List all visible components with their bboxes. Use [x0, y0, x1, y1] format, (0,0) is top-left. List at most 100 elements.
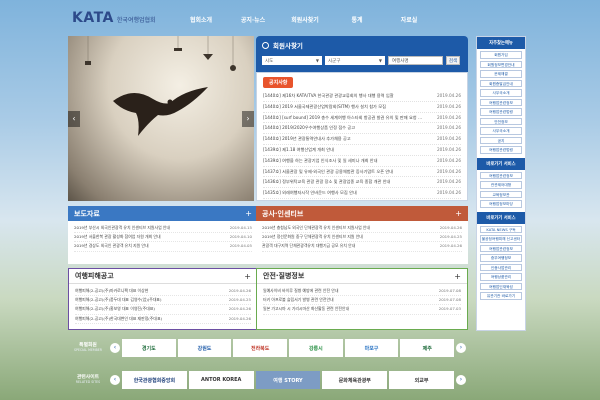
- quick-menu-item[interactable]: 공지: [480, 136, 522, 144]
- list-item[interactable]: 2019년 서울한복 관광 활성화 참여업 자원 개최 안내 2019.04.10: [74, 233, 252, 243]
- quick-menu-item[interactable]: 회원가입: [480, 51, 522, 59]
- member-logo[interactable]: 경기도: [122, 339, 176, 357]
- member-logo[interactable]: 전라북도: [233, 339, 288, 357]
- quick-menu-item[interactable]: 사무국소개: [480, 89, 522, 97]
- service-item[interactable]: KATA NEWS 구독: [480, 225, 522, 233]
- hero-next-button[interactable]: ›: [242, 111, 254, 127]
- chevron-left-icon[interactable]: ‹: [110, 375, 120, 385]
- damage-header[interactable]: 여행피해공고 +: [69, 269, 257, 284]
- list-item[interactable]: [1439호] 제1.18 여행산업계 개최 안내 2019.04.26: [263, 145, 461, 156]
- site-logo[interactable]: KATA 한국여행업협회: [72, 10, 156, 26]
- related-logo[interactable]: 외교부: [389, 371, 454, 389]
- item-date: 2019.04.15: [229, 225, 252, 230]
- notice-date: 2019.04.26: [437, 114, 461, 120]
- damage-panel: 여행피해공고 + 여행피해(2-공고)(주)마카로니팩 대표 이상현 2019.0…: [68, 268, 258, 330]
- nav-about[interactable]: 협회소개: [175, 15, 227, 24]
- list-item[interactable]: [1439호] 여행을 하는 관광기업 인식조사 및 일 세미나 개최 안내 20…: [263, 156, 461, 167]
- nav-news[interactable]: 공지·뉴스: [227, 15, 279, 24]
- member-logo[interactable]: 마포구: [344, 339, 399, 357]
- nav-stats[interactable]: 통계: [331, 15, 383, 24]
- quick-menu-item[interactable]: 사무국소개: [480, 127, 522, 135]
- nav-archive[interactable]: 자료실: [383, 15, 435, 24]
- nav-member-search[interactable]: 회원사찾기: [279, 15, 331, 24]
- plus-icon[interactable]: +: [245, 209, 252, 218]
- shortcut-item[interactable]: 교육정보관: [480, 190, 522, 198]
- service-item[interactable]: 여행업관련정보: [480, 244, 522, 252]
- list-item[interactable]: 여행피해(2-공고)(주)풍두대 대표 김영수(업)(주대표) 2019.04.2…: [75, 296, 251, 306]
- related-sites-title: 관련사이트: [76, 374, 100, 380]
- list-item[interactable]: 여행피해(2-공고)(주)홍보영 대표 이영진(주대표) 2019.04.26: [75, 305, 251, 315]
- service-item[interactable]: 중부여행정보: [480, 254, 522, 262]
- quick-menu-item[interactable]: 여행업관련법령: [480, 146, 522, 154]
- list-item[interactable]: [1440호] [surf bound] 2019 총수 세계여행 아스타회 항…: [263, 113, 461, 124]
- agency-name-input[interactable]: 여행사명: [388, 56, 443, 65]
- safety-header[interactable]: 안전·질병정보 +: [257, 269, 467, 284]
- notice-date: 2019.04.26: [437, 103, 461, 109]
- item-date: 2019.04.26: [228, 288, 251, 293]
- notice-date: 2019.04.26: [437, 136, 461, 142]
- district-select[interactable]: 시군구 ▼: [325, 56, 385, 65]
- list-item[interactable]: 관광객 대구지역 단체관광객유치 대행기금 공모 유치 안내 2019.04.26: [262, 242, 462, 252]
- service-item[interactable]: 불공정여행피해 신고센터: [480, 235, 522, 243]
- list-item[interactable]: [1436호] 정부위탁교육 관광 관광 장소 및 관광업종 교육 종합 개관 …: [263, 177, 461, 189]
- quick-menu-item[interactable]: 회원정보변경안내: [480, 60, 522, 68]
- list-item[interactable]: [1440호] 2019/2020우수여행상품 인정 접수 공고 2019.04.…: [263, 123, 461, 135]
- district-select-value: 시군구: [328, 58, 341, 64]
- list-item[interactable]: 터키 아프로볼 슬립서기 발병 관련 안전안내 2019.07.08: [263, 296, 461, 306]
- list-item[interactable]: [1440호] 2019 서울국제관광산업박람회(SITM) 행사 설치 참가 …: [263, 102, 461, 113]
- related-logo[interactable]: 문화체육관광부: [322, 371, 388, 389]
- quick-menu-item[interactable]: 여행업관련법령: [480, 108, 522, 116]
- plus-icon[interactable]: +: [454, 272, 461, 281]
- item-title: 2019년 서울한복 관광 활성화 참여업 자원 개최 안내: [74, 234, 161, 240]
- service-item[interactable]: 유관기관 바로가기: [480, 292, 522, 300]
- notice-title: [1440호] 2019/2020우수여행상품 인정 접수 공고: [263, 125, 356, 131]
- hero-slideshow[interactable]: ‹ ›: [68, 36, 254, 201]
- press-header[interactable]: 보도자료 +: [68, 206, 258, 221]
- region-select[interactable]: 시도 ▼: [262, 56, 322, 65]
- search-button[interactable]: 검색: [446, 56, 460, 65]
- chevron-left-icon[interactable]: ‹: [110, 343, 120, 353]
- service-item[interactable]: 여행상품관리: [480, 273, 522, 281]
- tab-notice[interactable]: 공지사항: [263, 77, 294, 88]
- shortcut-item[interactable]: 관관제어대형: [480, 181, 522, 189]
- member-logo[interactable]: 강릉시: [289, 339, 343, 357]
- list-item[interactable]: [1437호] 서울관광 및 유제-외국인 관광 공용체험관 증사기맘트 오픈 …: [263, 167, 461, 178]
- item-title: 2019년 충청남도 외국인 단체관광객 유치 인센티브 지원사업 안내: [262, 225, 371, 230]
- service-item[interactable]: 인증사업관리: [480, 263, 522, 271]
- item-title: 2019년 경상도 외국인 관광객 유치 지원 안내: [74, 243, 149, 249]
- plus-icon[interactable]: +: [244, 272, 251, 281]
- list-item[interactable]: [1440호] 제16차 KATA/TVA 한국관광 관광교류회의 행사 대행 …: [263, 91, 461, 102]
- quick-menu-item[interactable]: 문제해결: [480, 70, 522, 78]
- related-logo[interactable]: 여행 STORY: [255, 371, 321, 389]
- service-item[interactable]: 여행업인재육성: [480, 282, 522, 290]
- list-item[interactable]: 일본 가고시마 시 기리시마산 화산활동 관련 안전안내 2019.07.03: [263, 305, 461, 315]
- notice-list: [1440호] 제16차 KATA/TVA 한국관광 관광교류회의 행사 대행 …: [263, 91, 461, 199]
- member-logo[interactable]: 제주: [400, 339, 455, 357]
- related-sites-strip: 관련사이트 RELATED SITES ‹ 한국관광협회중앙회 ANTOR KO…: [68, 368, 468, 392]
- list-item[interactable]: 2019년 정선문화원 중구 단체관광객 유치 인센티브 지원 안내 2019.0…: [262, 233, 462, 243]
- list-item[interactable]: 여행피해(2-공고)(주)한국대변인 대표 재판정(주대표) 2019.04.26: [75, 315, 251, 324]
- plus-icon[interactable]: +: [455, 209, 462, 218]
- list-item[interactable]: [1435호] 외래여행자시작 인바운드 여행사 모집 안내 2019.04.26: [263, 188, 461, 199]
- hero-prev-button[interactable]: ‹: [68, 111, 80, 127]
- special-members-title: 특별회원: [79, 342, 97, 348]
- list-item[interactable]: 2019년 경상도 외국인 관광객 유치 지원 안내 2019.04.05: [74, 242, 252, 252]
- list-item[interactable]: 2019년 충청남도 외국인 단체관광객 유치 인센티브 지원사업 안내 2019…: [262, 224, 462, 234]
- notice-title: [1439호] 여행을 하는 관광기업 인식조사 및 일 세미나 개최 안내: [263, 157, 378, 163]
- related-logo[interactable]: 한국관광협회중앙회: [122, 371, 187, 389]
- list-item[interactable]: 여행피해(2-공고)(주)마카로니팩 대표 이상현 2019.04.26: [75, 287, 251, 297]
- quick-menu-item[interactable]: 안전정보: [480, 117, 522, 125]
- shortcut-item[interactable]: 여행업정보마당: [480, 200, 522, 208]
- chevron-right-icon[interactable]: ›: [456, 343, 466, 353]
- member-logo[interactable]: 강원도: [177, 339, 232, 357]
- press-title: 보도자료: [74, 209, 100, 218]
- related-logo[interactable]: ANTOR KOREA: [188, 371, 254, 389]
- grants-header[interactable]: 공사·인센티브 +: [256, 206, 468, 221]
- shortcut-item[interactable]: 여행업관련정보: [480, 171, 522, 179]
- chevron-right-icon[interactable]: ›: [456, 375, 466, 385]
- list-item[interactable]: [1440호] 2019년 관광통역안내사 추가채용 공고 2019.04.26: [263, 134, 461, 145]
- quick-menu-item[interactable]: 여행업관련정보: [480, 98, 522, 106]
- list-item[interactable]: 2019년 부산시 외국인관광객 유치 인센티브 지원사업 안내 2019.04.…: [74, 224, 252, 234]
- quick-menu-item[interactable]: 회원증발급안내: [480, 79, 522, 87]
- list-item[interactable]: 일예사이비 바이루 질병 예방에 관련 안전 안내 2019.07.08: [263, 287, 461, 297]
